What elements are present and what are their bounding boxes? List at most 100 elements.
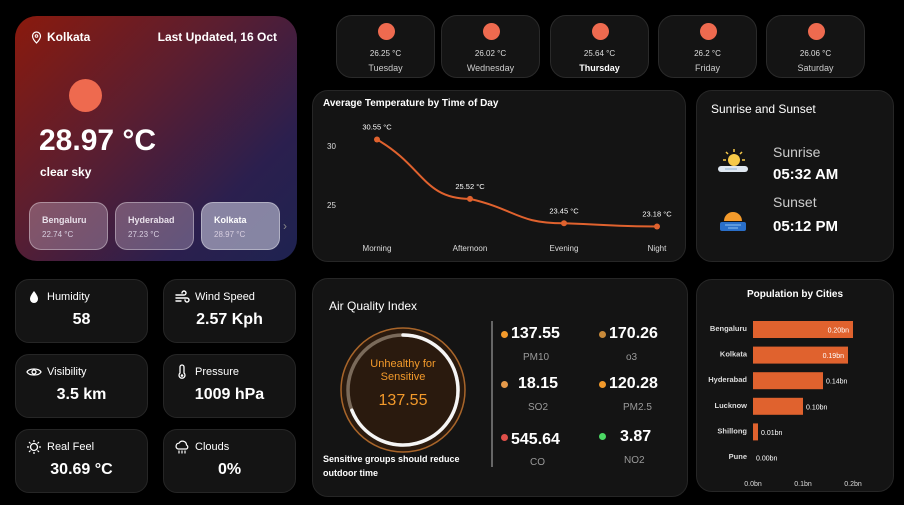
visibility-card: Visibility 3.5 km [15, 354, 148, 418]
pollutant-dot [599, 331, 606, 338]
aqi-advice: Sensitive groups should reduce outdoor t… [323, 454, 460, 478]
x-tick-label: Evening [550, 244, 579, 253]
sun-icon [483, 23, 500, 40]
city-tile-kolkata[interactable]: Kolkata 28.97 °C [201, 202, 280, 250]
forecast-day-card[interactable]: 25.64 °C Thursday [550, 15, 649, 78]
clouds-card: Clouds 0% [163, 429, 296, 493]
aqi-gauge [340, 327, 466, 453]
air-quality-card: Air Quality Index Unhealthy for Sensitiv… [312, 278, 688, 497]
aqi-status: Unhealthy for Sensitive [370, 358, 436, 383]
stat-label: Real Feel [47, 441, 95, 453]
bar-value-label: 0.10bn [806, 404, 828, 411]
sunset-time: 05:12 PM [773, 218, 839, 235]
bar-value-label: 0.01bn [761, 430, 783, 437]
aqi-value: 137.55 [378, 392, 428, 409]
wind-icon [175, 290, 190, 303]
sunrise-time: 05:32 AM [773, 166, 839, 183]
sunrise-icon [718, 149, 748, 172]
forecast-day-card[interactable]: 26.2 °C Friday [658, 15, 757, 78]
sun-icon [378, 23, 395, 40]
forecast-temp: 26.2 °C [694, 49, 721, 58]
pollutant-dot [599, 433, 606, 440]
bar-value-label: 0.14bn [826, 379, 848, 386]
population-chart: Bengaluru 0.20bn Kolkata 0.19bn Hyderabad 0.1… [708, 321, 862, 488]
data-point[interactable] [374, 136, 380, 143]
pollutant-name: SO2 [528, 402, 549, 413]
sunrise-label: Sunrise [773, 144, 821, 160]
stat-value: 2.57 Kph [196, 311, 263, 328]
city-temp: 27.23 °C [128, 230, 160, 239]
x-tick-label: 0.0bn [744, 481, 762, 488]
stat-label: Pressure [195, 366, 240, 378]
category-label: Shillong [717, 426, 747, 435]
pollutant-value: 3.87 [620, 428, 652, 445]
category-label: Hyderabad [708, 375, 747, 384]
y-tick-label: 30 [327, 142, 336, 151]
city-tile-bengaluru[interactable]: Bengaluru 22.74 °C [29, 202, 108, 250]
eye-icon [26, 368, 42, 376]
aqi-divider [491, 321, 493, 467]
x-tick-label: 0.1bn [794, 481, 812, 488]
wind-speed-card: Wind Speed 2.57 Kph [163, 279, 296, 343]
temperature-line [376, 138, 658, 228]
data-label: 23.18 °C [642, 209, 672, 218]
location: Kolkata [31, 30, 90, 44]
forecast-day-card[interactable]: 26.25 °C Tuesday [336, 15, 435, 78]
pollutant-value: 545.64 [511, 431, 560, 448]
city-name: Kolkata [214, 215, 247, 225]
stat-label: Visibility [47, 366, 87, 378]
category-label: Bengaluru [710, 324, 748, 333]
stat-label: Wind Speed [195, 291, 255, 303]
chevron-right-icon[interactable]: › [283, 219, 287, 233]
current-temperature: 28.97 °C [39, 124, 157, 157]
data-point[interactable] [561, 220, 567, 227]
population-bar[interactable] [753, 397, 803, 415]
category-label: Lucknow [714, 401, 747, 410]
weather-description: clear sky [40, 165, 92, 179]
cloud-rain-icon [175, 440, 189, 454]
avg-temperature-card: Average Temperature by Time of Day 30 25 3… [312, 90, 686, 262]
last-updated: Last Updated, 16 Oct [157, 30, 277, 44]
sun-thermo-icon [27, 440, 41, 454]
x-tick-label: 0.2bn [844, 481, 862, 488]
bar-value-label: 0.00bn [756, 456, 778, 463]
pollutant-name: o3 [626, 352, 638, 363]
forecast-day: Friday [694, 63, 720, 73]
city-temp: 22.74 °C [42, 230, 74, 239]
sunset-label: Sunset [773, 194, 817, 210]
pressure-card: Pressure 1009 hPa [163, 354, 296, 418]
city-tile-hyderabad[interactable]: Hyderabad 27.23 °C [115, 202, 194, 250]
x-tick-label: Night [648, 244, 667, 253]
sunrise-sunset-card: Sunrise and Sunset Sunrise 05:32 AM Suns… [696, 90, 894, 262]
stat-label: Clouds [195, 441, 230, 453]
data-point[interactable] [467, 195, 473, 202]
sun-icon [700, 23, 717, 40]
pollutant-value: 170.26 [609, 325, 658, 342]
data-point[interactable] [654, 223, 660, 230]
avg-temperature-chart: 30 25 30.55 °C Morning 25.52 °C Afternoon 23.4… [327, 123, 672, 253]
pollutant-dot [501, 434, 508, 441]
pollutant-name: CO [530, 457, 545, 468]
pollutant-value: 137.55 [511, 325, 560, 342]
forecast-day-card[interactable]: 26.02 °C Wednesday [441, 15, 540, 78]
droplet-icon [30, 291, 38, 303]
population-bar[interactable] [753, 372, 823, 390]
aqi-title: Air Quality Index [329, 299, 418, 313]
forecast-temp: 26.06 °C [799, 49, 832, 58]
forecast-day-card[interactable]: 26.06 °C Saturday [766, 15, 865, 78]
sun-card-title: Sunrise and Sunset [711, 102, 816, 116]
x-tick-label: Afternoon [453, 244, 488, 253]
forecast-day: Wednesday [466, 63, 515, 73]
pollutant-dot [501, 381, 508, 388]
data-label: 30.55 °C [362, 123, 392, 132]
location-pin-icon [31, 30, 42, 44]
pollutant-value: 120.28 [609, 375, 658, 392]
stat-value: 30.69 °C [50, 461, 113, 478]
real-feel-card: Real Feel 30.69 °C [15, 429, 148, 493]
population-bar[interactable] [753, 423, 758, 441]
stat-label: Humidity [47, 291, 90, 303]
pollutant-name: PM10 [523, 352, 550, 363]
stat-value: 58 [72, 311, 91, 328]
forecast-day: Saturday [797, 63, 834, 73]
pollutant-dot [501, 331, 508, 338]
